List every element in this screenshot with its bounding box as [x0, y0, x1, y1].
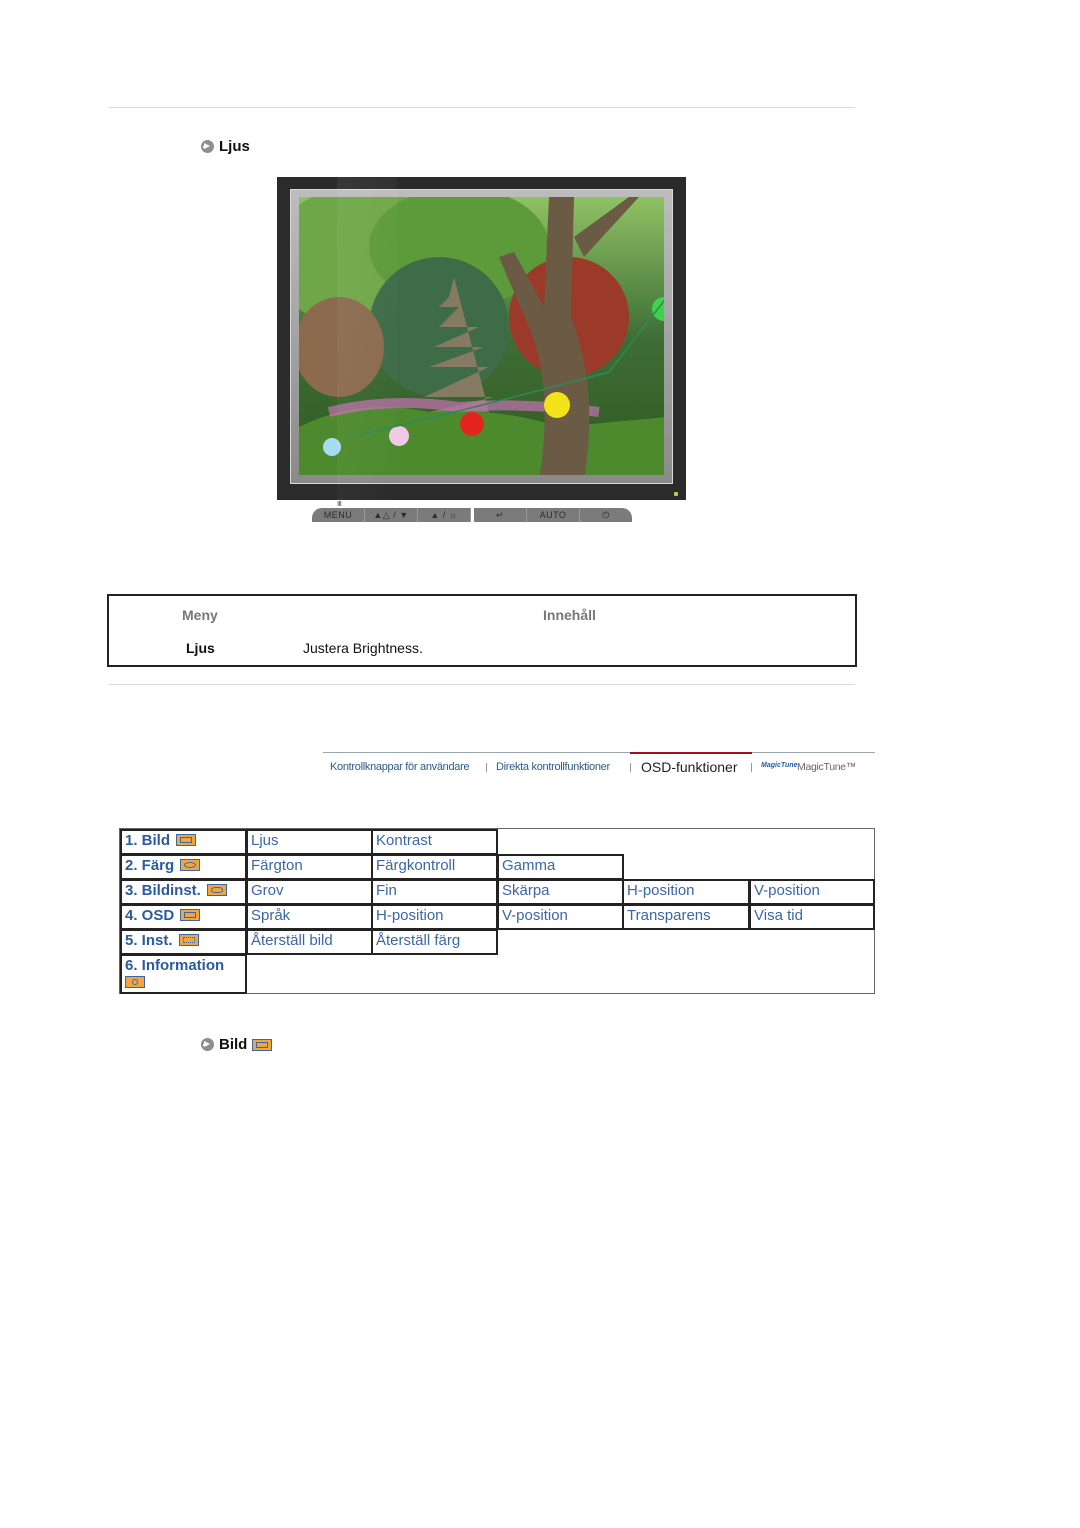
osd-head-farg[interactable]: 2. Färg [120, 854, 247, 880]
osd-icon [180, 909, 201, 921]
osd-head-bildinst[interactable]: 3. Bildinst. [120, 879, 247, 905]
osd-item-fargkontroll[interactable]: Färgkontroll [371, 854, 498, 880]
row-menu: Ljus [186, 640, 215, 656]
red-lantern [460, 412, 484, 436]
section-heading-bild: Bild [201, 1036, 273, 1053]
setup-icon [178, 934, 199, 946]
nav-magictune[interactable]: MagicTune™ [797, 761, 856, 773]
osd-head-label: 5. Inst. [125, 932, 173, 949]
osd-item-skarpa[interactable]: Skärpa [497, 879, 624, 905]
monitor-shine [337, 177, 397, 500]
monitor-button-bar-left: MENU ▲△ / ▼ ▲ / ☼ [312, 508, 471, 522]
magicbright-down-button[interactable]: ▲△ / ▼ [365, 508, 418, 522]
top-divider [109, 107, 855, 108]
active-tab-indicator [630, 752, 752, 754]
section-navigation: Kontrollknappar för användare Direkta ko… [323, 752, 875, 783]
up-brightness-button[interactable]: ▲ / ☼ [418, 508, 471, 522]
section-heading-text: Bild [219, 1036, 248, 1053]
nav-osd-functions[interactable]: OSD-funktioner [641, 759, 737, 775]
nav-direct-controls[interactable]: Direkta kontrollfunktioner [496, 761, 610, 773]
osd-item-gamma[interactable]: Gamma [497, 854, 624, 880]
monitor-illustration [277, 177, 686, 500]
menu-marker: Ⅲ [337, 501, 342, 508]
osd-item-h-position[interactable]: H-position [622, 879, 750, 905]
osd-head-information[interactable]: 6. Information [120, 954, 247, 994]
osd-head-osd[interactable]: 4. OSD [120, 904, 247, 930]
osd-head-label: 3. Bildinst. [125, 882, 201, 899]
osd-head-label: 2. Färg [125, 857, 175, 874]
yellow-lantern [544, 392, 570, 418]
image-setup-icon [206, 884, 227, 896]
osd-item-osd-v-position[interactable]: V-position [497, 904, 624, 930]
picture-icon [176, 834, 197, 846]
row-content: Justera Brightness. [303, 640, 423, 656]
nav-separator [486, 763, 487, 772]
osd-item-fargton[interactable]: Färgton [246, 854, 373, 880]
osd-head-label: 4. OSD [125, 907, 175, 924]
auto-button[interactable]: AUTO [527, 508, 580, 522]
header-content: Innehåll [543, 607, 596, 623]
osd-item-aterstall-bild[interactable]: Återställ bild [246, 929, 373, 955]
osd-head-label: 1. Bild [125, 832, 171, 849]
color-icon [180, 859, 201, 871]
osd-item-osd-h-position[interactable]: H-position [371, 904, 498, 930]
osd-item-v-position[interactable]: V-position [749, 879, 875, 905]
osd-item-ljus[interactable]: Ljus [246, 829, 373, 855]
section-heading-text: Ljus [219, 138, 250, 155]
picture-icon [252, 1038, 273, 1051]
nav-separator [630, 763, 631, 772]
nav-user-controls[interactable]: Kontrollknappar för användare [330, 761, 470, 773]
circle-arrow-icon [201, 1038, 214, 1051]
menu-button[interactable]: MENU [312, 508, 365, 522]
osd-item-aterstall-farg[interactable]: Återställ färg [371, 929, 498, 955]
power-button[interactable]: ⏻ [580, 508, 632, 522]
power-led-icon [674, 492, 678, 496]
information-icon [125, 976, 145, 988]
middle-divider [109, 684, 855, 685]
osd-item-transparens[interactable]: Transparens [622, 904, 750, 930]
section-heading-ljus: Ljus [201, 138, 250, 155]
osd-item-fin[interactable]: Fin [371, 879, 498, 905]
circle-arrow-icon [201, 140, 214, 153]
osd-item-kontrast[interactable]: Kontrast [371, 829, 498, 855]
osd-item-grov[interactable]: Grov [246, 879, 373, 905]
osd-head-label: 6. Information [125, 957, 225, 974]
info-table: Meny Innehåll Ljus Justera Brightness. [107, 594, 857, 667]
osd-head-bild[interactable]: 1. Bild [120, 829, 247, 855]
nav-separator [751, 763, 752, 772]
osd-item-visa-tid[interactable]: Visa tid [749, 904, 875, 930]
magictune-logo-icon: MagicTune [761, 762, 798, 769]
header-menu: Meny [182, 607, 218, 623]
enter-button[interactable]: ↵ [474, 508, 527, 522]
monitor-button-bar-right: ↵ AUTO ⏻ [474, 508, 632, 522]
osd-head-inst[interactable]: 5. Inst. [120, 929, 247, 955]
osd-item-sprak[interactable]: Språk [246, 904, 373, 930]
